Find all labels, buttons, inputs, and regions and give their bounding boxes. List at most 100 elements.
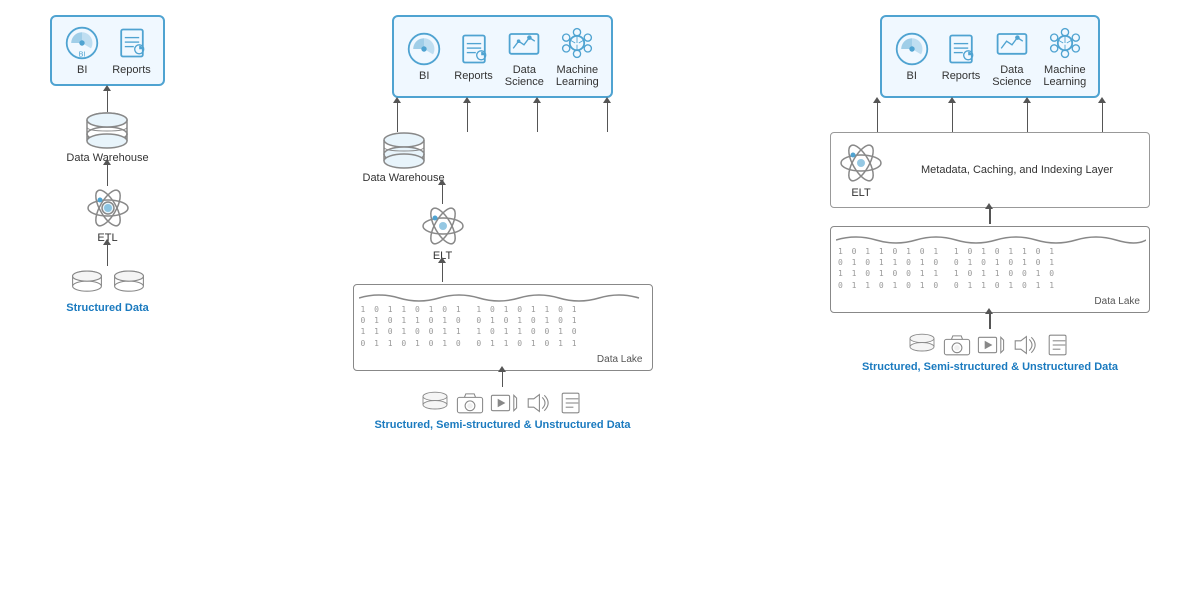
arrow-3-up-2 <box>952 102 954 132</box>
metadata-label-3: Metadata, Caching, and Indexing Layer <box>893 164 1141 176</box>
arrow-src-3-line <box>989 313 991 329</box>
datascience-label-2: Data Science <box>505 64 544 88</box>
metadata-elt-box: ELT Metadata, Caching, and Indexing Laye… <box>830 132 1150 208</box>
elt-label-3: ELT <box>851 187 870 199</box>
bi-label-3: BI <box>907 70 917 82</box>
source-label-1: Structured Data <box>66 302 149 314</box>
elt-node-3: ELT <box>839 141 883 199</box>
main-content: BI BI Reports <box>10 10 1180 597</box>
arrow-1-top <box>107 90 109 112</box>
multi-arrows-3-top <box>840 102 1140 132</box>
reports-icon-1 <box>114 25 150 61</box>
ml-label-2: Machine Learning <box>556 64 599 88</box>
bi-label-2: BI <box>419 70 429 82</box>
source-label-3: Structured, Semi-structured & Unstructur… <box>862 361 1118 373</box>
tool-reports-3: Reports <box>942 31 981 82</box>
tool-ml-2: Machine Learning <box>556 25 599 88</box>
tool-datascience-3: Data Science <box>992 25 1031 88</box>
arrow-1-up-line <box>107 90 109 112</box>
video-icon-2 <box>490 391 518 415</box>
arrow-up-2 <box>467 102 469 132</box>
elt-icon-3 <box>839 141 883 185</box>
toolbox-2: BI Reports <box>392 15 613 98</box>
arrow-3-col-4 <box>1102 102 1104 132</box>
arrow-3-up-3 <box>1027 102 1029 132</box>
datascience-icon-2 <box>506 25 542 61</box>
tool-datascience-2: Data Science <box>505 25 544 88</box>
dw-label-2: Data Warehouse <box>363 172 445 184</box>
datalake-3: 1 0 1 1 0 1 0 1 1 0 1 0 1 1 0 1 0 1 0 1 … <box>830 226 1150 313</box>
toolbox-1: BI BI Reports <box>50 15 165 86</box>
arrow-up-4 <box>607 102 609 132</box>
arrow-col-2 <box>467 102 469 132</box>
diagram-1: BI BI Reports <box>10 10 205 314</box>
wave-icon-3 <box>836 232 1146 244</box>
tool-reports-2: Reports <box>454 31 493 82</box>
diagram-3: BI Reports Data Scien <box>800 10 1180 373</box>
reports-label-3: Reports <box>942 70 981 82</box>
source-icons-1 <box>69 270 147 298</box>
datascience-label-3: Data Science <box>992 64 1031 88</box>
datalake-label-2: Data Lake <box>359 354 647 365</box>
doc-icon-2 <box>558 391 586 415</box>
database-icon-dw2 <box>379 132 429 170</box>
reports-icon-2 <box>456 31 492 67</box>
camera-icon-2 <box>456 391 484 415</box>
diagram-2: BI Reports <box>323 10 683 431</box>
dw-row-2: Data Warehouse <box>363 132 643 184</box>
tool-bi-2: BI <box>406 31 442 82</box>
speaker-icon-3 <box>1011 333 1039 357</box>
multi-arrows-2-top <box>363 102 643 132</box>
arrow-meta-lake-line <box>989 208 991 224</box>
arrow-col-3 <box>537 102 539 132</box>
arrow-src-3 <box>989 313 991 329</box>
src-db-icon-2 <box>420 391 450 415</box>
arrow-dw-elt-line <box>442 184 444 204</box>
reports-label-2: Reports <box>454 70 493 82</box>
dw-node-1: Data Warehouse <box>66 112 148 164</box>
bi-label-1: BI <box>77 64 87 76</box>
camera-icon-3 <box>943 333 971 357</box>
arrow-3-col-2 <box>952 102 954 132</box>
arrow-src-2-line <box>502 371 504 387</box>
datascience-icon-3 <box>994 25 1030 61</box>
arrow-3 <box>107 244 109 266</box>
datalake-2: 1 0 1 1 0 1 0 1 1 0 1 0 1 1 0 1 0 1 0 1 … <box>353 284 653 371</box>
src-db-icon-3 <box>907 333 937 357</box>
speaker-icon-2 <box>524 391 552 415</box>
ml-icon-2 <box>559 25 595 61</box>
tool-bi-3: BI <box>894 31 930 82</box>
reports-icon-3 <box>943 31 979 67</box>
arrow-meta-lake <box>989 208 991 224</box>
binary-data-3: 1 0 1 1 0 1 0 1 1 0 1 0 1 1 0 1 0 1 0 1 … <box>836 244 1144 294</box>
arrow-dw-elt <box>442 184 444 204</box>
source-icons-3 <box>907 333 1073 357</box>
arrow-elt-lake-line <box>442 262 444 282</box>
elt-icon-2 <box>421 204 465 248</box>
etl-node-1: ETL <box>86 186 130 244</box>
arrow-elt-lake <box>442 262 444 282</box>
bi-icon-2 <box>406 31 442 67</box>
svg-text:BI: BI <box>79 50 86 59</box>
video-icon-3 <box>977 333 1005 357</box>
arrow-3-up-1 <box>877 102 879 132</box>
dw-col-2: Data Warehouse <box>363 132 445 184</box>
bi-icon-1: BI <box>64 25 100 61</box>
etl-icon-1 <box>86 186 130 230</box>
arrow-3-up-4 <box>1102 102 1104 132</box>
arrow-3-up-line <box>107 244 109 266</box>
toolbox-3: BI Reports Data Scien <box>880 15 1101 98</box>
ml-label-3: Machine Learning <box>1043 64 1086 88</box>
source-icons-2 <box>420 391 586 415</box>
tool-ml-3: Machine Learning <box>1043 25 1086 88</box>
bi-icon-3 <box>894 31 930 67</box>
arrow-col-1 <box>397 102 399 132</box>
arrow-up-3 <box>537 102 539 132</box>
source-db-icon-1 <box>69 270 105 298</box>
elt-node-2: ELT <box>421 204 465 262</box>
wave-icon-2 <box>359 290 649 302</box>
arrow-src-2 <box>502 371 504 387</box>
arrow-3-col-1 <box>877 102 879 132</box>
database-icon-dw1 <box>82 112 132 150</box>
tool-bi-1: BI BI <box>64 25 100 76</box>
